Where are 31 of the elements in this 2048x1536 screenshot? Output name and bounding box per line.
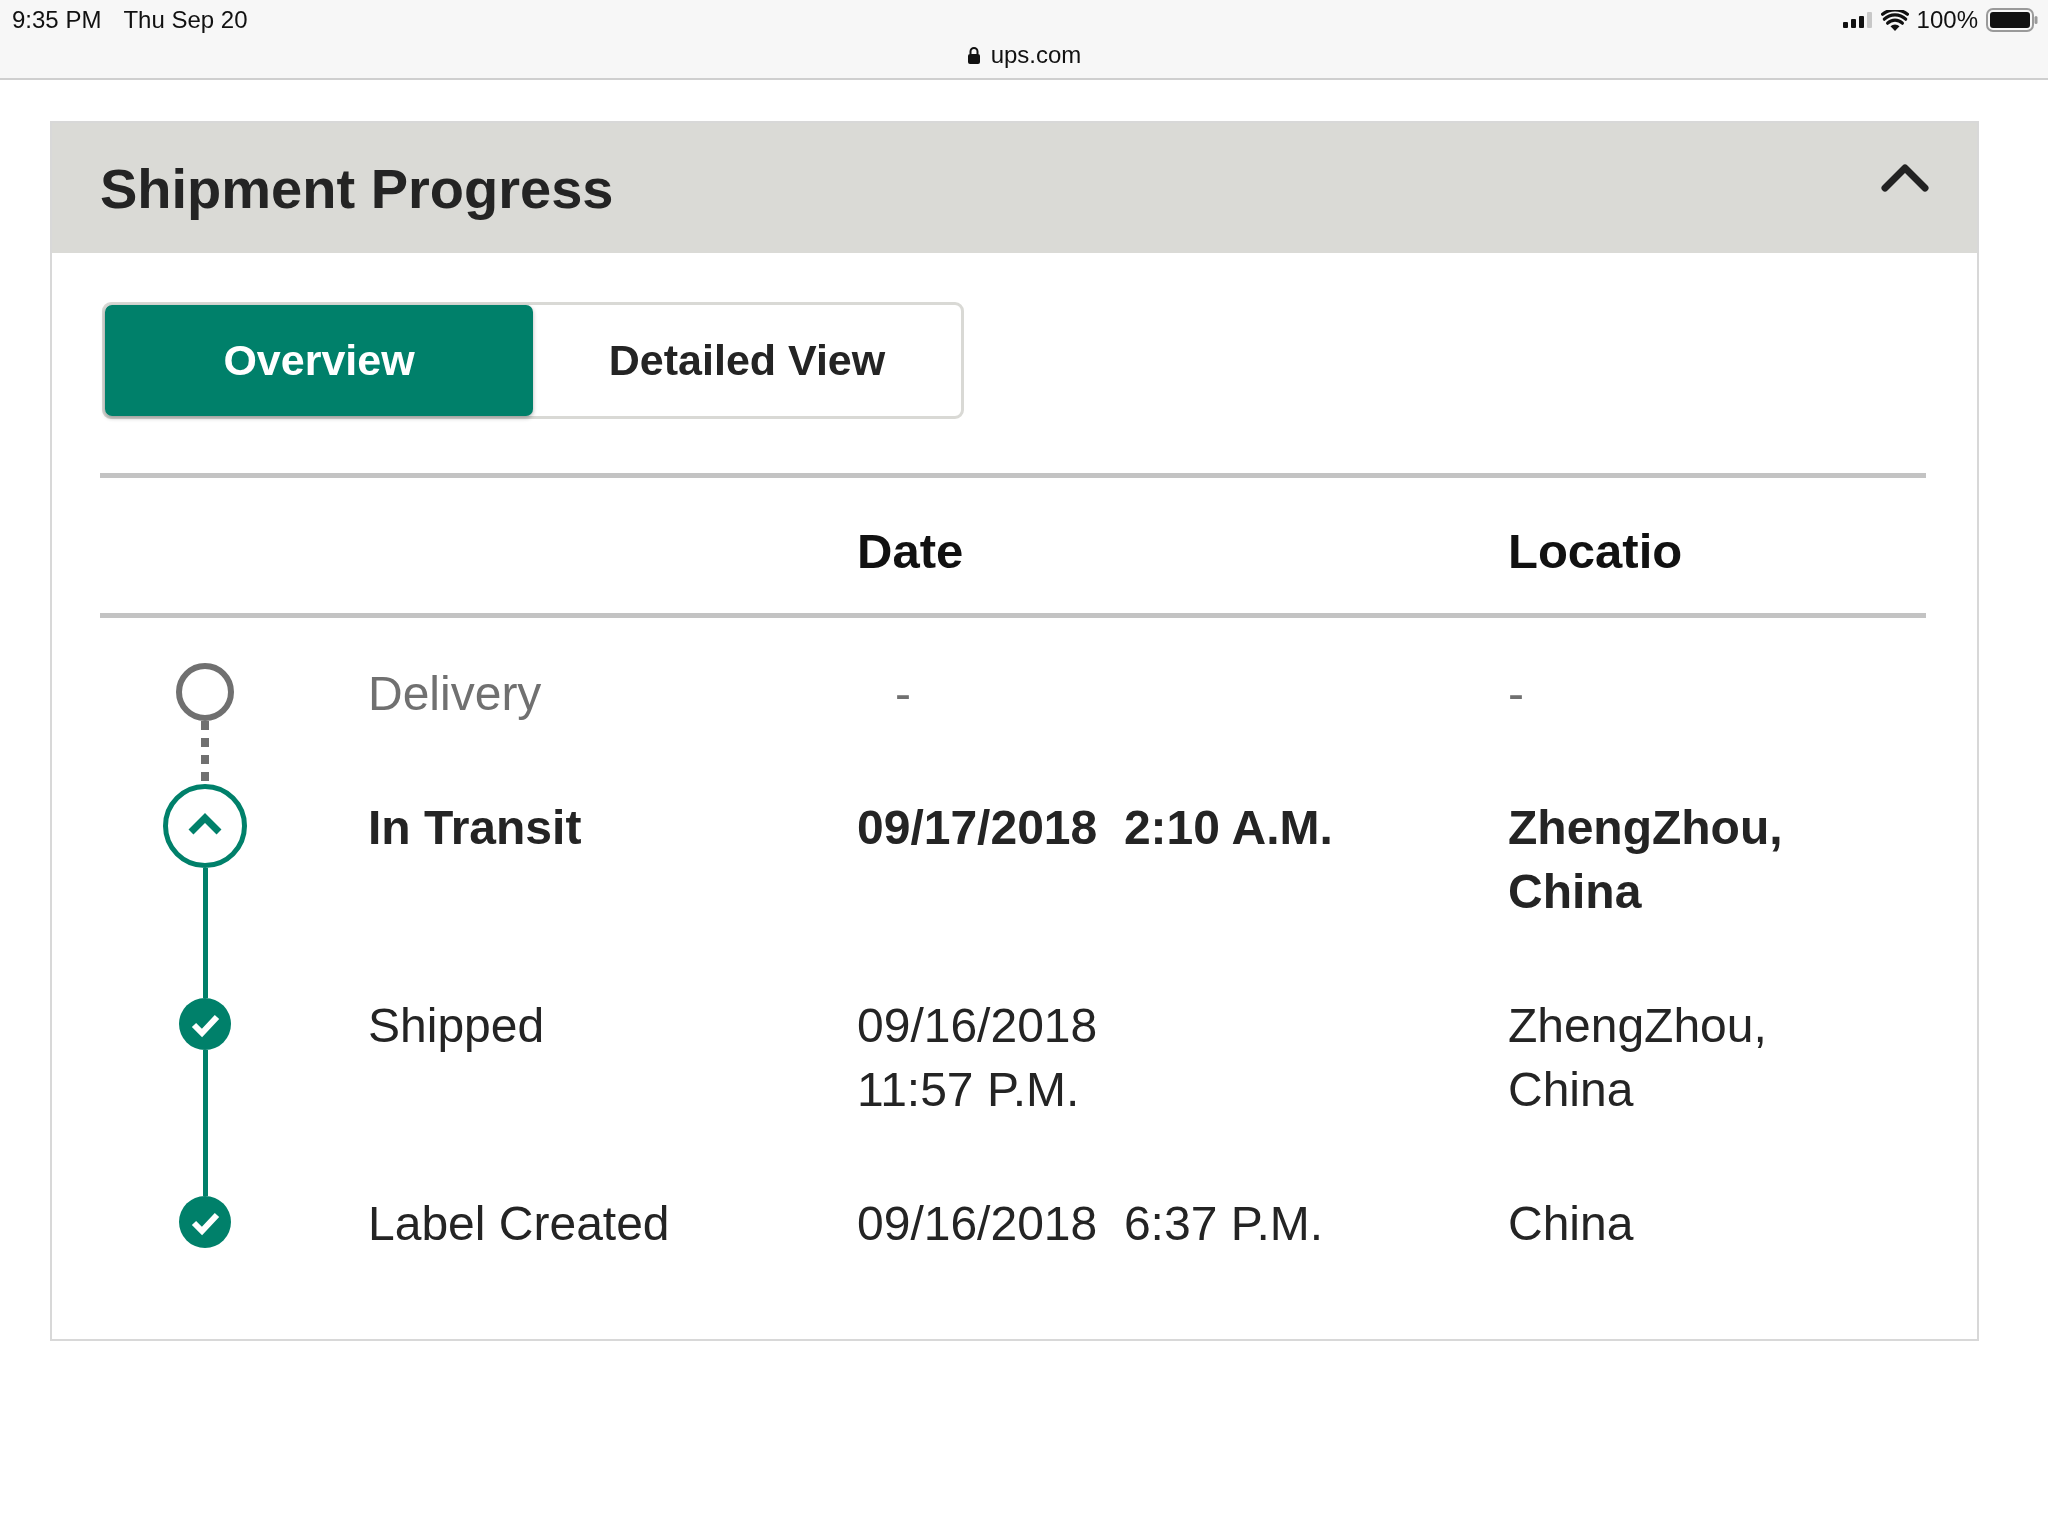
location-text: ZhengZhou, China	[1508, 998, 1768, 1118]
location-text: -	[1508, 666, 1524, 722]
date-text: 09/17/2018 2:10 A.M.	[857, 800, 1333, 856]
date-text: -	[895, 666, 911, 722]
chevron-icon[interactable]	[1881, 163, 1929, 193]
signal-icon	[1842, 12, 1873, 28]
wifi-icon	[1880, 9, 1909, 31]
milestone-text: Shipped	[368, 998, 545, 1054]
url-text[interactable]: ups.com	[990, 41, 1082, 69]
column-header: Date	[857, 526, 964, 576]
chevron-ring-icon	[163, 784, 247, 868]
status-time: 9:35 PM	[12, 6, 102, 34]
date-text: 09/16/2018 11:57 P.M.	[857, 998, 1099, 1118]
lock-icon	[966, 46, 981, 64]
battery-percent: 100%	[1916, 6, 1978, 34]
panel-title: Shipment Progress	[100, 155, 614, 221]
dotted-connector	[201, 721, 209, 784]
date-text: 09/16/2018 6:37 P.M.	[857, 1196, 1324, 1252]
location-text: China	[1508, 1196, 1634, 1252]
column-header: Locatio	[1508, 526, 1683, 576]
check-circle-icon	[179, 1196, 231, 1248]
view-tab[interactable]: Overview	[105, 305, 533, 416]
milestone-text: Label Created	[368, 1196, 670, 1252]
location-text: ZhengZhou, China	[1508, 800, 1784, 920]
view-tab[interactable]: Detailed View	[533, 305, 961, 416]
empty-circle-icon	[176, 663, 234, 721]
check-circle-icon	[179, 998, 231, 1050]
milestone-text: Delivery	[368, 666, 542, 722]
status-date: Thu Sep 20	[123, 6, 248, 34]
milestone-text: In Transit	[368, 800, 582, 856]
battery-icon	[1986, 8, 2038, 32]
